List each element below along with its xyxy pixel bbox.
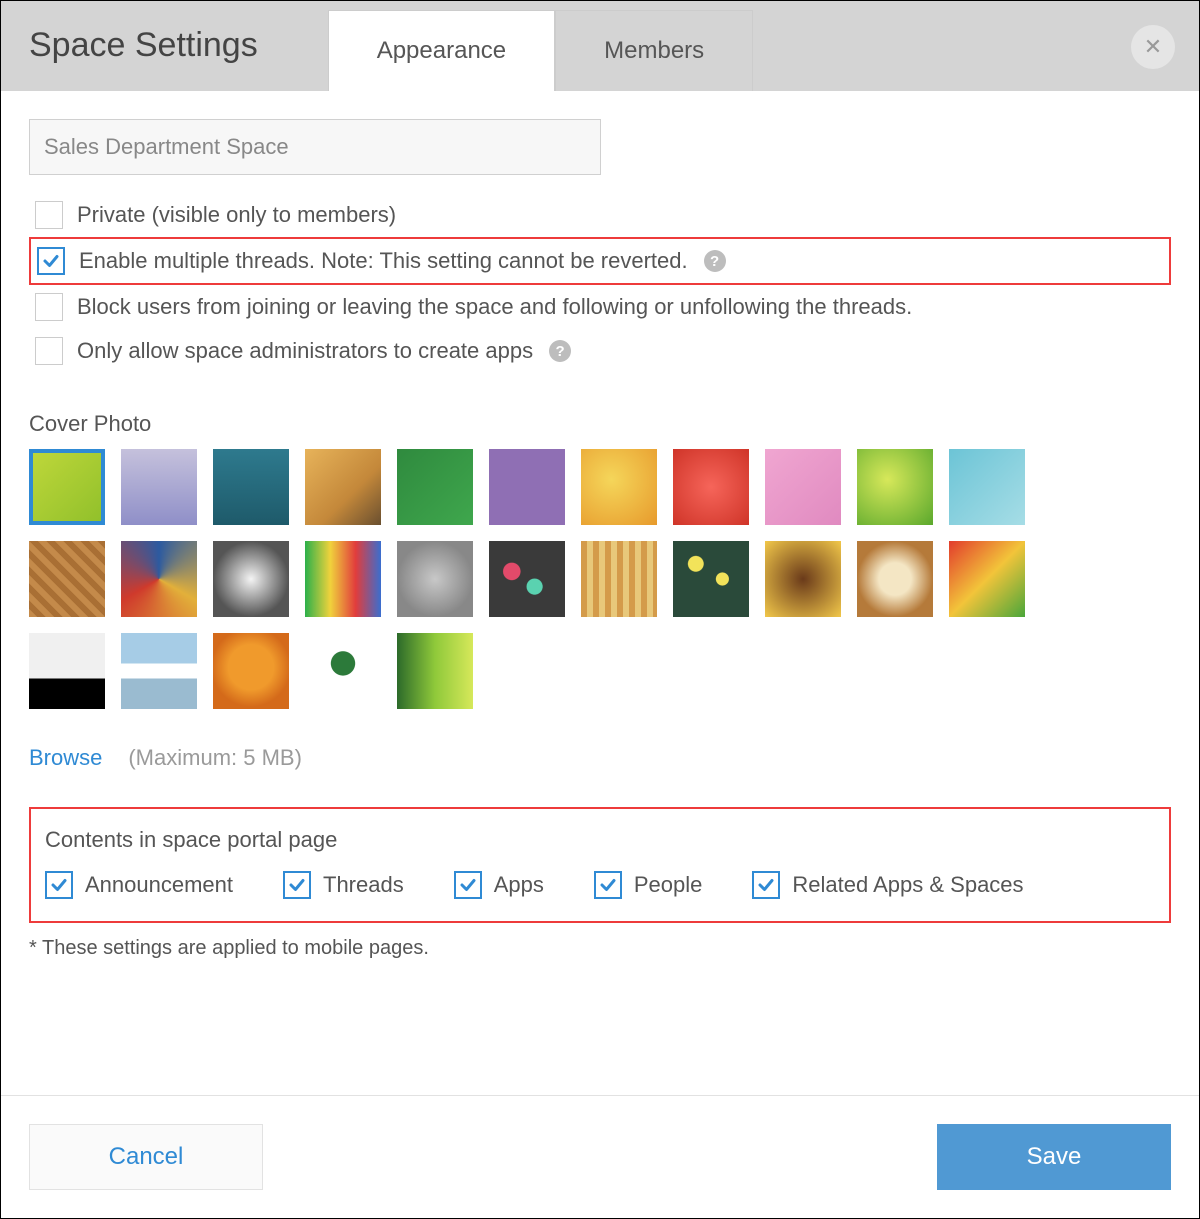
dialog-footer: Cancel Save	[1, 1095, 1199, 1218]
cover-photo-option[interactable]	[581, 449, 657, 525]
option-label: Enable multiple threads. Note: This sett…	[79, 248, 688, 274]
cover-photo-option[interactable]	[213, 633, 289, 709]
option-checkbox[interactable]	[37, 247, 65, 275]
cover-photo-option[interactable]	[489, 449, 565, 525]
cover-photo-option[interactable]	[857, 449, 933, 525]
portal-contents-title: Contents in space portal page	[45, 827, 1155, 853]
cover-photo-option[interactable]	[949, 449, 1025, 525]
cover-photo-option[interactable]	[397, 449, 473, 525]
cover-photo-option[interactable]	[857, 541, 933, 617]
cover-photo-option[interactable]	[397, 541, 473, 617]
portal-contents-section: Contents in space portal page Announceme…	[29, 807, 1171, 923]
dialog-title: Space Settings	[29, 26, 328, 91]
dialog-body: Sales Department Space Private (visible …	[1, 91, 1199, 960]
cover-photo-option[interactable]	[305, 449, 381, 525]
browse-row: Browse (Maximum: 5 MB)	[29, 745, 1171, 771]
portal-item: Related Apps & Spaces	[752, 871, 1023, 899]
option-checkbox[interactable]	[35, 293, 63, 321]
portal-checkbox[interactable]	[594, 871, 622, 899]
help-icon[interactable]: ?	[549, 340, 571, 362]
portal-checkbox[interactable]	[752, 871, 780, 899]
dialog-header: Space Settings Appearance Members ✕	[1, 1, 1199, 91]
portal-item: Threads	[283, 871, 404, 899]
cover-photo-option[interactable]	[29, 633, 105, 709]
cover-photo-option[interactable]	[29, 541, 105, 617]
option-row: Only allow space administrators to creat…	[29, 329, 1171, 373]
cover-photo-option[interactable]	[673, 541, 749, 617]
tab-members[interactable]: Members	[555, 10, 753, 91]
portal-checkbox[interactable]	[283, 871, 311, 899]
cover-photo-option[interactable]	[121, 541, 197, 617]
portal-item: Announcement	[45, 871, 233, 899]
portal-checkbox[interactable]	[45, 871, 73, 899]
close-button[interactable]: ✕	[1131, 25, 1175, 69]
cover-photo-option[interactable]	[121, 633, 197, 709]
cover-photo-option[interactable]	[29, 449, 105, 525]
cover-photo-option[interactable]	[397, 633, 473, 709]
option-checkbox[interactable]	[35, 337, 63, 365]
cover-photo-option[interactable]	[121, 449, 197, 525]
portal-item: People	[594, 871, 703, 899]
cover-photo-option[interactable]	[765, 449, 841, 525]
save-button[interactable]: Save	[937, 1124, 1171, 1190]
cover-photo-option[interactable]	[305, 633, 381, 709]
portal-item-label: People	[634, 872, 703, 898]
cover-photo-label: Cover Photo	[29, 411, 1171, 437]
cover-photo-grid	[29, 449, 1069, 709]
tab-appearance[interactable]: Appearance	[328, 10, 555, 91]
help-icon[interactable]: ?	[704, 250, 726, 272]
portal-item-label: Related Apps & Spaces	[792, 872, 1023, 898]
cover-photo-option[interactable]	[489, 541, 565, 617]
close-icon: ✕	[1144, 34, 1162, 60]
cancel-button[interactable]: Cancel	[29, 1124, 263, 1190]
portal-item-label: Announcement	[85, 872, 233, 898]
option-checkbox[interactable]	[35, 201, 63, 229]
cover-photo-option[interactable]	[213, 449, 289, 525]
portal-checkbox[interactable]	[454, 871, 482, 899]
cover-photo-option[interactable]	[673, 449, 749, 525]
option-label: Private (visible only to members)	[77, 202, 396, 228]
portal-item-label: Threads	[323, 872, 404, 898]
browse-hint: (Maximum: 5 MB)	[128, 745, 302, 771]
cover-photo-option[interactable]	[949, 541, 1025, 617]
browse-link[interactable]: Browse	[29, 745, 102, 771]
cover-photo-option[interactable]	[213, 541, 289, 617]
portal-item: Apps	[454, 871, 544, 899]
space-name-value: Sales Department Space	[44, 134, 289, 160]
mobile-note: * These settings are applied to mobile p…	[29, 937, 1171, 960]
cover-photo-option[interactable]	[581, 541, 657, 617]
option-label: Only allow space administrators to creat…	[77, 338, 533, 364]
option-label: Block users from joining or leaving the …	[77, 294, 912, 320]
option-row: Block users from joining or leaving the …	[29, 285, 1171, 329]
space-name-input[interactable]: Sales Department Space	[29, 119, 601, 175]
cover-photo-option[interactable]	[765, 541, 841, 617]
portal-item-label: Apps	[494, 872, 544, 898]
option-row: Private (visible only to members)	[29, 193, 1171, 237]
cover-photo-option[interactable]	[305, 541, 381, 617]
option-row: Enable multiple threads. Note: This sett…	[29, 237, 1171, 285]
